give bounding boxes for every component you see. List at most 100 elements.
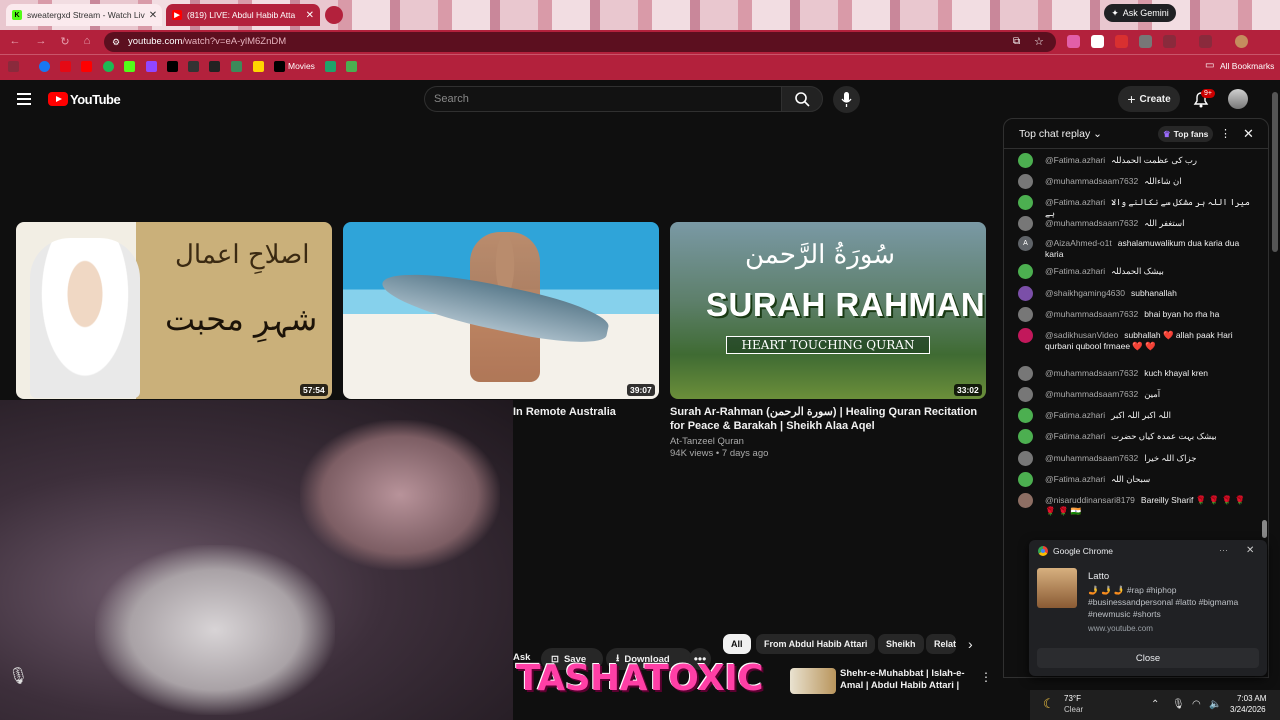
chip-from-channel[interactable]: From Abdul Habib Attari [756, 634, 876, 654]
chat-message[interactable]: @Fatima.azhari سبحان اللہ [1018, 472, 1254, 487]
chat-avatar[interactable]: A [1018, 236, 1033, 251]
chat-avatar[interactable] [1018, 307, 1033, 322]
site-info-icon[interactable]: ⚙ [112, 37, 120, 48]
apps-icon[interactable] [8, 61, 19, 72]
kick-bookmark-icon[interactable] [124, 61, 135, 72]
chat-author[interactable]: @Fatima.azhari [1045, 197, 1105, 207]
chat-mode-dropdown[interactable]: Top chat replay ⌄ [1019, 128, 1102, 140]
chat-message[interactable]: @Fatima.azhari بیشک الحمدللہ [1018, 264, 1254, 279]
video-title[interactable]: In Remote Australia [513, 406, 616, 418]
chat-author[interactable]: @Fatima.azhari [1045, 410, 1105, 420]
browser-tab-sweatergxd[interactable]: K sweatergxd Stream - Watch Liv ✕ [6, 4, 162, 26]
microphone-icon[interactable]: 🎙 [1172, 699, 1185, 710]
chat-author[interactable]: @Fatima.azhari [1045, 155, 1105, 165]
menu-icon[interactable] [17, 93, 31, 105]
chat-avatar[interactable] [1018, 216, 1033, 231]
chat-author[interactable]: @muhammadsaam7632 [1045, 309, 1138, 319]
movies-bookmark[interactable]: Movies [288, 61, 315, 71]
chat-message[interactable]: @muhammadsaam7632 جزاک اللہ خیرا [1018, 451, 1254, 466]
twitch-bookmark-icon[interactable] [146, 61, 157, 72]
chat-message[interactable]: @muhammadsaam7632 kuch khayal kren [1018, 366, 1254, 381]
chat-author[interactable]: @shaikhgaming4630 [1045, 288, 1125, 298]
chevron-up-icon[interactable]: ⌃ [1151, 699, 1159, 710]
chat-scrollbar-thumb[interactable] [1262, 520, 1267, 538]
channel-name[interactable]: At-Tanzeel Quran [670, 436, 744, 447]
youtube-logo-text[interactable]: YouTube [70, 92, 121, 107]
chat-avatar[interactable] [1018, 451, 1033, 466]
profile-avatar-icon[interactable] [1235, 35, 1248, 48]
youtube-bookmark-icon[interactable] [81, 61, 92, 72]
notification-close-button[interactable]: Close [1037, 648, 1259, 668]
url-text[interactable]: youtube.com/watch?v=eA-ylM6ZnDM [128, 36, 286, 47]
search-button[interactable] [781, 86, 823, 112]
browser-tab-youtube-live[interactable]: ▶ (819) LIVE: Abdul Habib Atta ✕ [166, 4, 320, 26]
chat-avatar[interactable] [1018, 328, 1033, 343]
chat-author[interactable]: @Fatima.azhari [1045, 474, 1105, 484]
chat-avatar[interactable] [1018, 429, 1033, 444]
chat-author[interactable]: @muhammadsaam7632 [1045, 176, 1138, 186]
chat-message[interactable]: @muhammadsaam7632 استغفر اللہ [1018, 216, 1254, 231]
chat-author[interactable]: @muhammadsaam7632 [1045, 453, 1138, 463]
chat-avatar[interactable] [1018, 387, 1033, 402]
movies-bookmark-icon[interactable] [274, 61, 285, 72]
all-bookmarks[interactable]: All Bookmarks [1220, 61, 1274, 71]
new-tab-button[interactable] [325, 6, 343, 24]
chat-message[interactable]: @muhammadsaam7632 bhai byan ho rha ha [1018, 307, 1254, 322]
chat-message[interactable]: @sadikhusanVideo subhallah ❤️ allah paak … [1018, 328, 1254, 352]
home-icon[interactable]: ⌂ [80, 34, 94, 48]
bookmark-icon[interactable] [346, 61, 357, 72]
chat-avatar[interactable] [1018, 408, 1033, 423]
recommended-thumbnail[interactable] [790, 668, 836, 694]
side-panel-icon[interactable] [1199, 35, 1212, 48]
chat-message[interactable]: A @AizaAhmed-o1t ashalamuwalikum dua karia… [1018, 236, 1254, 260]
voice-search-button[interactable] [833, 86, 860, 113]
moon-icon[interactable]: ☾ [1043, 696, 1055, 712]
chip-sheikh[interactable]: Sheikh [878, 634, 924, 654]
chat-avatar[interactable] [1018, 174, 1033, 189]
extension-icon[interactable] [1115, 35, 1128, 48]
more-horiz-icon[interactable]: ··· [1219, 545, 1228, 555]
chip-all[interactable]: All [723, 634, 751, 654]
chat-message[interactable]: @Fatima.azhari اللہ اکبر اللہ اکبر [1018, 408, 1254, 423]
chat-avatar[interactable] [1018, 366, 1033, 381]
bookmark-icon[interactable] [209, 61, 220, 72]
chat-message[interactable]: @Fatima.azhari میرا اللہ ہر مشکل سے نکالن… [1018, 195, 1254, 219]
chat-author[interactable]: @Fatima.azhari [1045, 266, 1105, 276]
chat-author[interactable]: @nisaruddinansari8179 [1045, 495, 1135, 505]
chat-author[interactable]: @Fatima.azhari [1045, 431, 1105, 441]
create-button[interactable]: + Create [1118, 86, 1180, 112]
chat-author[interactable]: @sadikhusanVideo [1045, 330, 1118, 340]
youtube-logo-icon[interactable] [48, 92, 68, 106]
extension-icon[interactable] [1091, 35, 1104, 48]
tab-close-icon[interactable]: ✕ [145, 10, 157, 21]
chat-avatar[interactable] [1018, 472, 1033, 487]
top-fans-button[interactable]: ♛ Top fans [1158, 126, 1214, 142]
bookmark-icon[interactable] [253, 61, 264, 72]
chat-message[interactable]: @muhammadsaam7632 ان شاءاللہ [1018, 174, 1254, 189]
video-title[interactable]: Surah Ar-Rahman (سورة الرحمن) | Healing … [670, 406, 988, 433]
netflix-bookmark-icon[interactable] [60, 61, 71, 72]
x-bookmark-icon[interactable] [167, 61, 178, 72]
forward-icon[interactable]: → [34, 34, 48, 48]
install-app-icon[interactable]: ⧉ [1013, 36, 1020, 47]
weather-temperature[interactable]: 73°F [1064, 694, 1081, 703]
spotify-bookmark-icon[interactable] [103, 61, 114, 72]
close-icon[interactable]: ✕ [1246, 545, 1254, 556]
search-input[interactable] [424, 86, 782, 112]
chat-message[interactable]: @Fatima.azhari بیشک بہت عمدہ کیاں حضرت [1018, 429, 1254, 444]
chat-avatar[interactable] [1018, 493, 1033, 508]
back-icon[interactable]: ← [8, 34, 22, 48]
extension-icon[interactable] [1139, 35, 1152, 48]
extension-icon[interactable] [1163, 35, 1176, 48]
volume-icon[interactable]: 🔈 [1209, 699, 1221, 710]
recommended-title[interactable]: Shehr-e-Muhabbat | Islah-e-Amal | Abdul … [840, 668, 976, 692]
chevron-right-icon[interactable]: › [968, 636, 973, 652]
facebook-bookmark-icon[interactable] [39, 61, 50, 72]
tab-close-icon[interactable]: ✕ [302, 10, 314, 21]
chat-message[interactable]: @muhammadsaam7632 آمین [1018, 387, 1254, 402]
more-vert-icon[interactable]: ⋮ [1220, 127, 1231, 140]
chat-author[interactable]: @muhammadsaam7632 [1045, 368, 1138, 378]
clock-time[interactable]: 7:03 AM [1237, 694, 1266, 703]
ask-gemini-button[interactable]: ✦ Ask Gemini [1104, 4, 1176, 22]
chat-avatar[interactable] [1018, 286, 1033, 301]
